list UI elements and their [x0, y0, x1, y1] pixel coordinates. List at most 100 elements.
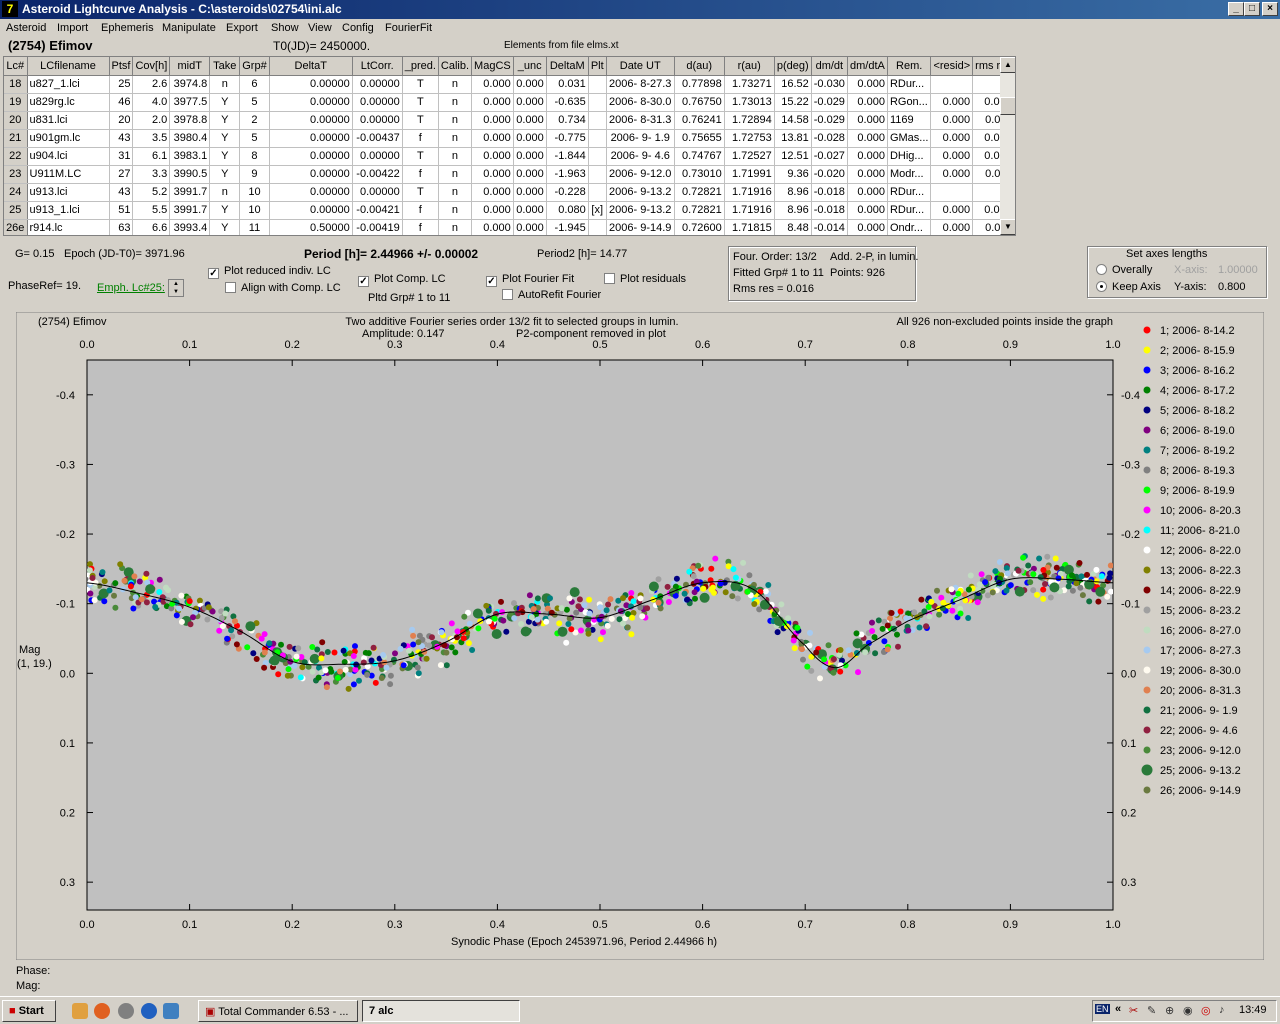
table-row[interactable]: 21 u901gm.lc 43 3.5 3980.4 Y 5 0.00000 -0.00437 f… — [4, 129, 1015, 148]
table-cell[interactable]: 0.00000 — [352, 75, 403, 94]
table-cell[interactable]: 22 — [4, 147, 28, 166]
table-cell[interactable]: 0.00000 — [269, 147, 353, 166]
quicklaunch-explorer-icon[interactable] — [163, 1003, 179, 1019]
table-cell[interactable]: u913_1.lci — [27, 201, 110, 220]
menu-show[interactable]: Show — [271, 22, 299, 34]
column-header[interactable]: dm/dtA — [847, 57, 888, 76]
table-cell[interactable]: 0.00000 — [352, 183, 403, 202]
table-cell[interactable] — [588, 219, 607, 235]
table-cell[interactable]: -0.00437 — [352, 129, 403, 148]
table-cell[interactable]: Y — [209, 129, 241, 148]
table-cell[interactable] — [588, 147, 607, 166]
table-cell[interactable]: n — [438, 111, 473, 130]
table-cell[interactable] — [588, 75, 607, 94]
table-cell[interactable]: 0.000 — [930, 111, 974, 130]
plot-fourier-checkbox[interactable]: ✓ Plot Fourier Fit — [486, 273, 574, 287]
column-header[interactable]: _unc — [513, 57, 547, 76]
menu-manipulate[interactable]: Manipulate — [162, 22, 216, 34]
table-cell[interactable]: 0.000 — [471, 75, 514, 94]
align-checkbox[interactable]: Align with Comp. LC — [225, 282, 341, 294]
start-button[interactable]: ■ Start — [2, 1000, 56, 1022]
table-cell[interactable]: 23 — [4, 165, 28, 184]
table-cell[interactable]: 0.75655 — [674, 129, 725, 148]
table-cell[interactable]: -0.014 — [811, 219, 848, 235]
table-cell[interactable]: 20 — [109, 111, 134, 130]
table-cell[interactable]: 0.73010 — [674, 165, 725, 184]
menu-asteroid[interactable]: Asteroid — [6, 22, 46, 34]
table-cell[interactable]: 1.71916 — [724, 201, 775, 220]
table-cell[interactable]: 0.000 — [930, 201, 974, 220]
column-header[interactable]: Lc# — [4, 57, 28, 76]
table-cell[interactable]: 3991.7 — [169, 201, 211, 220]
column-header[interactable]: MagCS — [471, 57, 514, 76]
table-cell[interactable]: 63 — [109, 219, 134, 235]
table-cell[interactable]: Y — [209, 93, 241, 112]
table-cell[interactable]: Ondr... — [887, 219, 932, 235]
table-cell[interactable]: 2006- 8-27.3 — [606, 75, 675, 94]
table-cell[interactable]: f — [402, 219, 439, 235]
xaxis-value[interactable]: 1.00000 — [1218, 264, 1258, 276]
table-cell[interactable]: 0.000 — [513, 201, 547, 220]
table-cell[interactable]: n — [438, 93, 473, 112]
table-cell[interactable]: 0.74767 — [674, 147, 725, 166]
table-cell[interactable] — [588, 165, 607, 184]
task-alc[interactable]: 7 alc — [362, 1000, 520, 1022]
table-cell[interactable]: n — [438, 183, 473, 202]
table-cell[interactable]: 0.000 — [847, 93, 888, 112]
table-cell[interactable]: 0.00000 — [269, 111, 353, 130]
table-cell[interactable]: RGon... — [887, 93, 932, 112]
column-header[interactable]: Date UT — [606, 57, 675, 76]
table-cell[interactable]: -0.775 — [546, 129, 589, 148]
table-cell[interactable]: 0.50000 — [269, 219, 353, 235]
table-cell[interactable]: 2006- 9-13.2 — [606, 201, 675, 220]
table-cell[interactable]: 0.000 — [847, 75, 888, 94]
table-cell[interactable]: 0.00000 — [352, 147, 403, 166]
table-cell[interactable]: 0.000 — [847, 165, 888, 184]
table-row[interactable]: 19 u829rg.lc 46 4.0 3977.5 Y 5 0.00000 0.00000 Tn… — [4, 93, 1015, 112]
table-cell[interactable]: 25 — [109, 75, 134, 94]
table-cell[interactable]: 3.5 — [132, 129, 171, 148]
table-cell[interactable]: -0.028 — [811, 129, 848, 148]
table-cell[interactable]: -0.228 — [546, 183, 589, 202]
table-cell[interactable]: 0.000 — [847, 111, 888, 130]
table-cell[interactable]: 0.76750 — [674, 93, 725, 112]
table-cell[interactable]: 0.000 — [471, 129, 514, 148]
table-cell[interactable]: u829rg.lc — [27, 93, 110, 112]
table-cell[interactable]: -0.00419 — [352, 219, 403, 235]
table-cell[interactable]: 2006- 9- 1.9 — [606, 129, 675, 148]
table-cell[interactable]: Y — [209, 165, 241, 184]
table-cell[interactable]: 0.000 — [930, 93, 974, 112]
column-header[interactable]: DeltaM — [546, 57, 589, 76]
table-cell[interactable]: 8 — [239, 147, 270, 166]
table-cell[interactable]: n — [209, 75, 241, 94]
table-cell[interactable]: -1.945 — [546, 219, 589, 235]
table-cell[interactable]: 1.72753 — [724, 129, 775, 148]
table-cell[interactable]: u901gm.lc — [27, 129, 110, 148]
table-cell[interactable]: 6 — [239, 75, 270, 94]
table-cell[interactable]: 9.36 — [774, 165, 812, 184]
overally-radio[interactable]: Overally — [1096, 264, 1152, 276]
table-cell[interactable]: T — [402, 111, 439, 130]
column-header[interactable]: Calib. — [438, 57, 473, 76]
menu-view[interactable]: View — [308, 22, 332, 34]
table-cell[interactable] — [588, 129, 607, 148]
table-cell[interactable]: 0.000 — [930, 219, 974, 235]
table-cell[interactable]: 27 — [109, 165, 134, 184]
table-cell[interactable]: 0.000 — [930, 147, 974, 166]
table-cell[interactable]: 11 — [239, 219, 270, 235]
table-cell[interactable]: 0.000 — [513, 147, 547, 166]
plot-reduced-checkbox[interactable]: ✓ Plot reduced indiv. LC — [208, 265, 331, 279]
table-cell[interactable]: T — [402, 93, 439, 112]
close-button[interactable]: × — [1262, 2, 1278, 16]
table-cell[interactable]: -0.029 — [811, 111, 848, 130]
table-cell[interactable]: 3978.8 — [169, 111, 211, 130]
table-scrollbar[interactable]: ▲ ▼ — [1000, 57, 1015, 235]
table-cell[interactable]: 16.52 — [774, 75, 812, 94]
column-header[interactable]: Rem. — [887, 57, 932, 76]
table-cell[interactable] — [930, 183, 974, 202]
table-cell[interactable]: 5.2 — [132, 183, 171, 202]
table-row[interactable]: 24 u913.lci 43 5.2 3991.7 n 10 0.00000 0.00000 Tn… — [4, 183, 1015, 202]
table-cell[interactable]: 18 — [4, 75, 28, 94]
column-header[interactable]: Ptsf — [109, 57, 134, 76]
table-cell[interactable]: 2 — [239, 111, 270, 130]
